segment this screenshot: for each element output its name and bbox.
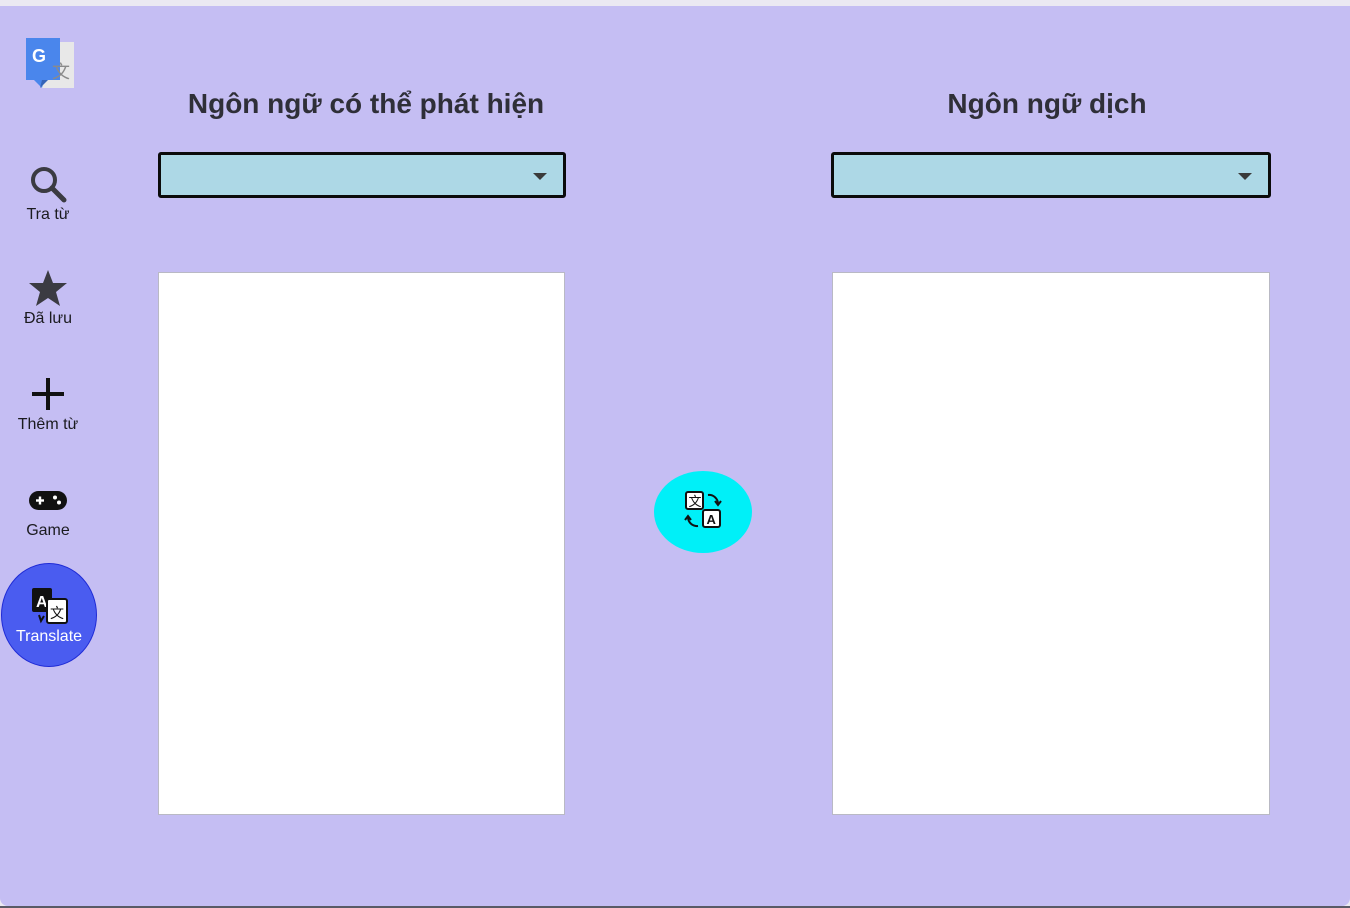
sidebar-item-label: Game xyxy=(26,522,70,539)
target-text-output[interactable] xyxy=(832,272,1270,815)
source-language-heading: Ngôn ngữ có thể phát hiện xyxy=(187,88,545,119)
translate-button[interactable]: 文 A xyxy=(654,471,752,553)
sidebar-item-tra-tu[interactable]: Tra từ xyxy=(0,162,96,224)
svg-text:文: 文 xyxy=(689,495,702,510)
plus-icon xyxy=(26,372,70,416)
sidebar-item-label: Translate xyxy=(15,628,83,645)
sidebar-item-da-luu[interactable]: Đã lưu xyxy=(0,266,96,328)
source-text-input[interactable] xyxy=(158,272,565,815)
app-window: G 文 Tra từ Đã lưu Thêm từ Game A 文 Trans… xyxy=(0,6,1350,906)
svg-text:文: 文 xyxy=(52,62,70,83)
chevron-down-icon xyxy=(1238,173,1252,180)
target-language-select[interactable] xyxy=(831,152,1271,198)
svg-text:文: 文 xyxy=(50,606,64,622)
target-language-heading: Ngôn ngữ dịch xyxy=(947,88,1147,119)
chevron-down-icon xyxy=(533,173,547,180)
star-icon xyxy=(26,266,70,310)
sidebar-item-them-tu[interactable]: Thêm từ xyxy=(0,372,96,434)
translate-icon: A 文 xyxy=(27,584,71,628)
google-translate-logo-icon: G 文 xyxy=(22,32,76,90)
sidebar-item-label: Đã lưu xyxy=(23,310,73,327)
translate-swap-icon: 文 A xyxy=(682,489,724,536)
search-icon xyxy=(26,162,70,206)
gamepad-icon xyxy=(26,478,70,522)
sidebar-item-translate[interactable]: A 文 Translate xyxy=(1,563,97,667)
sidebar-item-game[interactable]: Game xyxy=(0,478,96,540)
sidebar-item-label: Thêm từ xyxy=(17,416,79,433)
sidebar-item-label: Tra từ xyxy=(26,206,70,223)
svg-text:G: G xyxy=(32,46,46,66)
svg-text:A: A xyxy=(707,512,717,527)
source-language-select[interactable] xyxy=(158,152,566,198)
